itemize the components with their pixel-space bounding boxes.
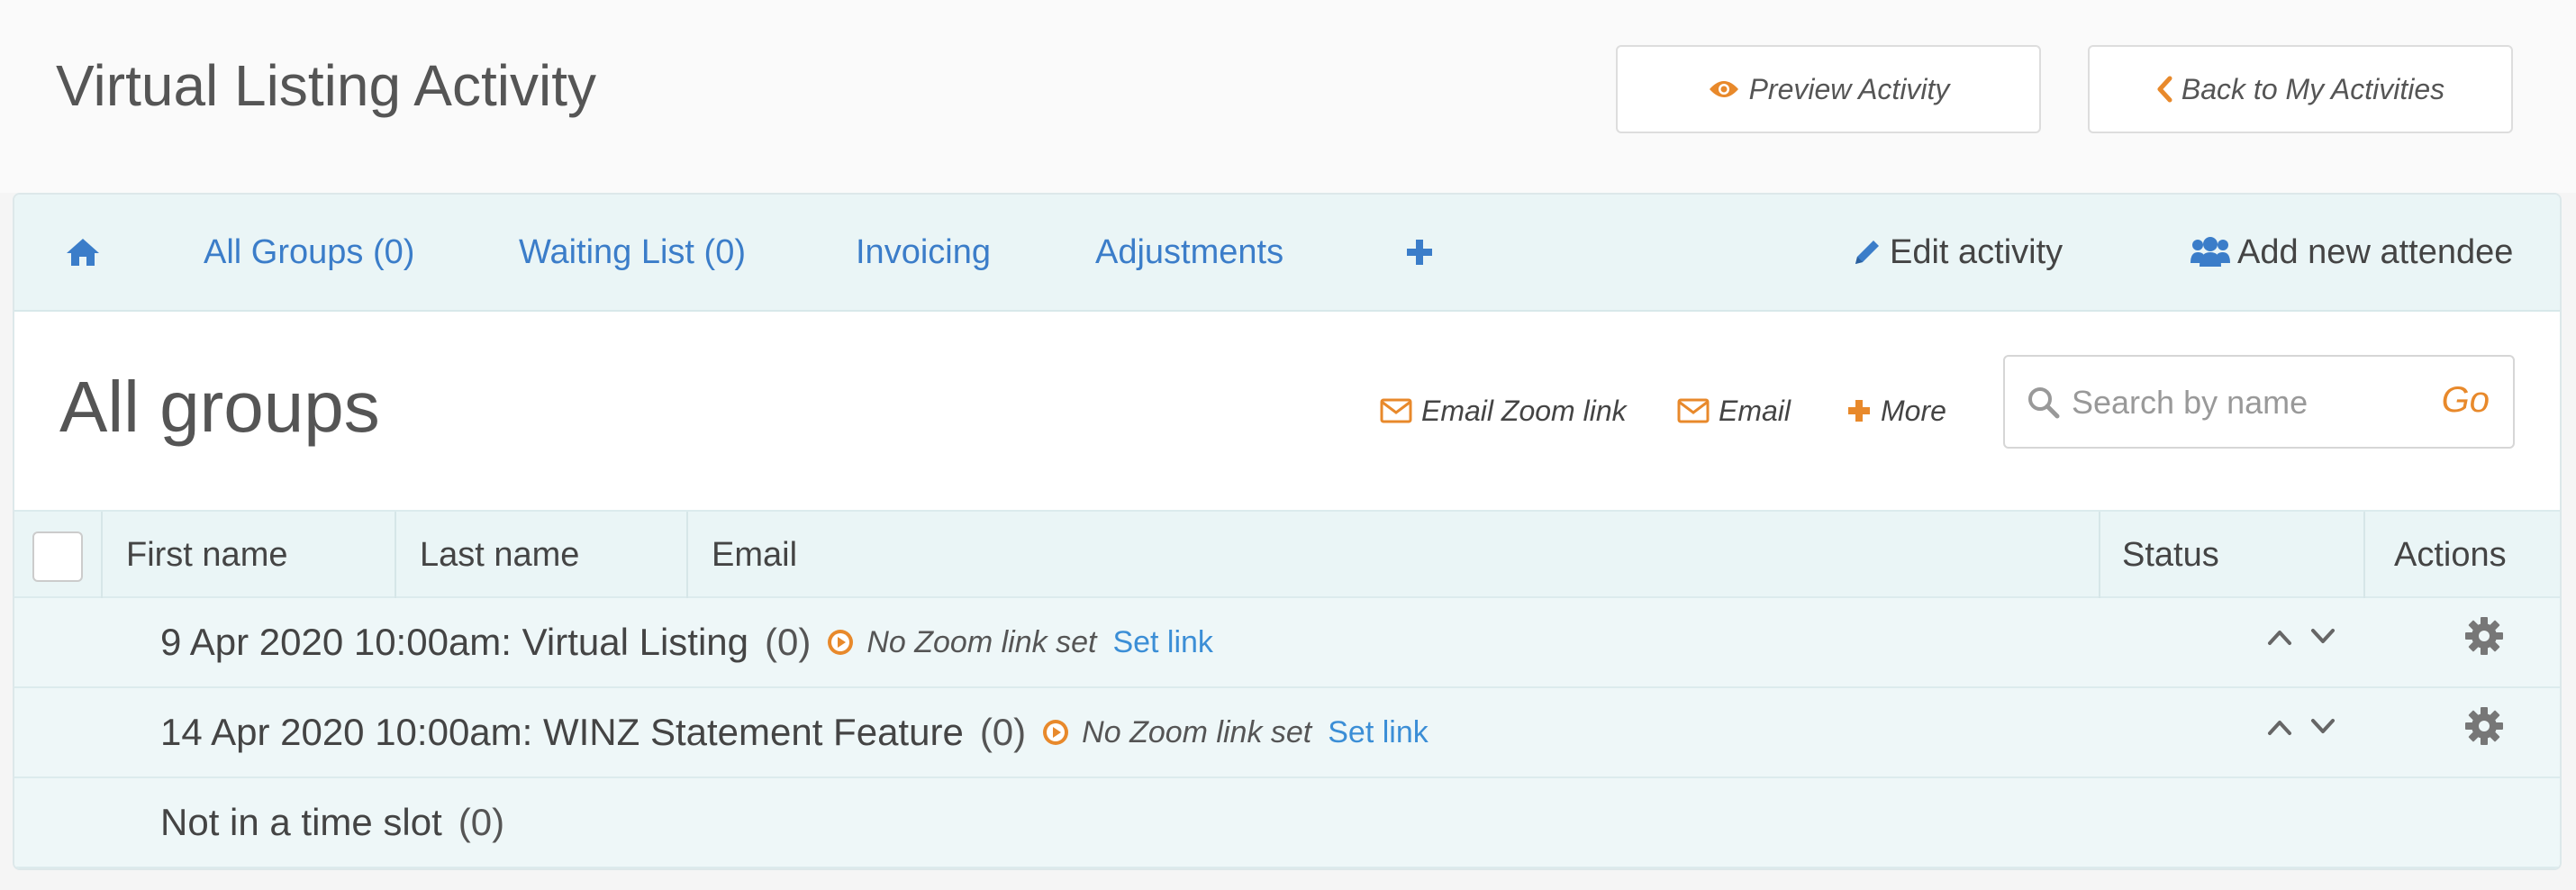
search-icon — [2027, 386, 2061, 424]
email-zoom-link-button[interactable]: Email Zoom link — [1380, 384, 1627, 438]
column-last-name[interactable]: Last name — [420, 512, 579, 598]
search-input[interactable] — [2070, 375, 2416, 431]
tab-adjustments[interactable]: Adjustments — [1095, 195, 1283, 310]
chevron-down-icon[interactable] — [2309, 717, 2336, 737]
nav-home[interactable] — [65, 195, 101, 310]
group-row: 14 Apr 2020 10:00am: WINZ Statement Feat… — [14, 688, 2560, 778]
edit-activity-button[interactable]: Edit activity — [1852, 195, 2063, 310]
back-to-activities-button[interactable]: Back to My Activities — [2088, 45, 2513, 133]
envelope-icon — [1677, 398, 1710, 423]
tab-waiting-list[interactable]: Waiting List (0) — [519, 195, 746, 310]
tab-all-groups[interactable]: All Groups (0) — [204, 195, 414, 310]
email-button[interactable]: Email — [1677, 384, 1791, 438]
column-divider — [2099, 512, 2100, 598]
email-zoom-link-label: Email Zoom link — [1421, 394, 1627, 427]
group-count: (0) — [458, 801, 505, 843]
chevron-up-icon[interactable] — [2266, 717, 2293, 737]
page-title: Virtual Listing Activity — [56, 53, 596, 118]
zoom-status: No Zoom link set — [1082, 714, 1312, 749]
play-circle-icon — [1042, 719, 1069, 746]
tab-invoicing[interactable]: Invoicing — [856, 195, 991, 310]
section-title: All groups — [59, 367, 380, 447]
users-icon — [2189, 236, 2232, 268]
plus-icon — [1846, 398, 1872, 423]
pencil-icon — [1852, 237, 1882, 268]
column-status[interactable]: Status — [2122, 512, 2219, 598]
back-to-activities-label: Back to My Activities — [2181, 72, 2445, 105]
activity-nav: All Groups (0) Waiting List (0) Invoicin… — [14, 195, 2560, 312]
add-attendee-label: Add new attendee — [2237, 232, 2514, 271]
gear-icon[interactable] — [2464, 706, 2504, 750]
table-header: First name Last name Email Status Action… — [14, 510, 2560, 598]
chevron-up-icon[interactable] — [2266, 627, 2293, 647]
column-divider — [2363, 512, 2365, 598]
search-go-button[interactable]: Go — [2442, 380, 2490, 421]
add-tab-button[interactable] — [1405, 195, 1434, 310]
group-row: 9 Apr 2020 10:00am: Virtual Listing (0) … — [14, 598, 2560, 688]
play-circle-icon — [827, 629, 854, 656]
envelope-icon — [1380, 398, 1412, 423]
search-box: Go — [2003, 355, 2515, 449]
column-divider — [395, 512, 396, 598]
group-count: (0) — [979, 711, 1027, 753]
preview-activity-button[interactable]: Preview Activity — [1616, 45, 2041, 133]
column-divider — [686, 512, 688, 598]
zoom-status: No Zoom link set — [866, 624, 1097, 659]
group-row: Not in a time slot (0) — [14, 778, 2560, 868]
chevron-down-icon[interactable] — [2309, 627, 2336, 647]
set-link-button[interactable]: Set link — [1328, 715, 1429, 750]
plus-icon — [1405, 238, 1434, 267]
column-divider — [101, 512, 103, 598]
select-all-checkbox[interactable] — [32, 531, 83, 582]
set-link-button[interactable]: Set link — [1112, 625, 1213, 660]
add-attendee-button[interactable]: Add new attendee — [2189, 195, 2513, 310]
group-name: 9 Apr 2020 10:00am: Virtual Listing — [160, 621, 748, 663]
group-name: Not in a time slot — [160, 801, 442, 843]
more-label: More — [1881, 394, 1946, 427]
eye-icon — [1708, 78, 1740, 100]
column-first-name[interactable]: First name — [126, 512, 287, 598]
column-actions: Actions — [2394, 535, 2507, 574]
group-name: 14 Apr 2020 10:00am: WINZ Statement Feat… — [160, 711, 964, 753]
gear-icon[interactable] — [2464, 616, 2504, 660]
home-icon — [65, 237, 101, 268]
more-button[interactable]: More — [1846, 384, 1946, 438]
group-count: (0) — [765, 621, 812, 663]
edit-activity-label: Edit activity — [1890, 232, 2064, 271]
preview-activity-label: Preview Activity — [1748, 72, 1950, 105]
column-email[interactable]: Email — [712, 512, 797, 598]
chevron-left-icon — [2156, 76, 2172, 103]
email-label: Email — [1719, 394, 1791, 427]
activity-panel: All Groups (0) Waiting List (0) Invoicin… — [13, 193, 2562, 870]
top-bar: Virtual Listing Activity Preview Activit… — [0, 0, 2576, 193]
